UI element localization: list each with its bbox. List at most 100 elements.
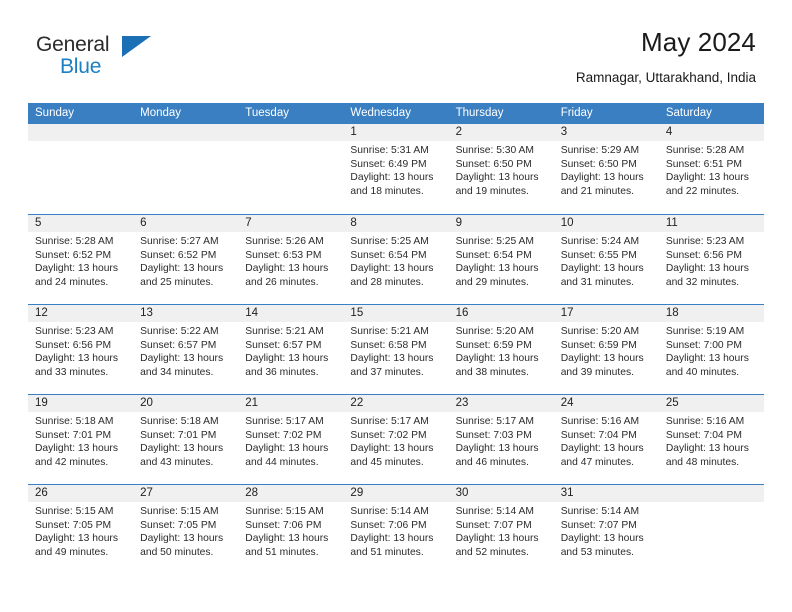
daylight-text: Daylight: 13 hours bbox=[245, 443, 329, 455]
weekday-header-thursday: Thursday bbox=[455, 107, 504, 119]
sunrise-text: Sunrise: 5:24 AM bbox=[560, 236, 640, 247]
day-details: Sunrise: 5:24 AM Sunset: 6:55 PM Daylight:… bbox=[554, 232, 659, 289]
daylight-text-cont: and 21 minutes. bbox=[560, 185, 634, 197]
day-number: 22 bbox=[343, 395, 449, 412]
day-details: Sunrise: 5:28 AM Sunset: 6:51 PM Daylight:… bbox=[659, 141, 764, 198]
calendar-day-cell-12[interactable]: 12 Sunrise: 5:23 AM Sunset: 6:56 PM Dayligh… bbox=[28, 305, 134, 394]
daylight-text: Daylight: 13 hours bbox=[245, 353, 329, 365]
calendar-day-cell-20[interactable]: 20 Sunrise: 5:18 AM Sunset: 7:01 PM Dayligh… bbox=[133, 395, 239, 484]
sunrise-text: Sunrise: 5:30 AM bbox=[455, 145, 534, 156]
calendar-day-cell-27[interactable]: 27 Sunrise: 5:15 AM Sunset: 7:05 PM Dayligh… bbox=[133, 485, 239, 572]
sunrise-text: Sunrise: 5:20 AM bbox=[560, 326, 640, 337]
day-details: Sunrise: 5:15 AM Sunset: 7:05 PM Daylight:… bbox=[133, 502, 238, 559]
calendar-day-cell-31[interactable]: 31 Sunrise: 5:14 AM Sunset: 7:07 PM Dayligh… bbox=[553, 485, 659, 572]
calendar-day-cell-30[interactable]: 30 Sunrise: 5:14 AM Sunset: 7:07 PM Dayligh… bbox=[448, 485, 554, 572]
calendar-day-cell-21[interactable]: 21 Sunrise: 5:17 AM Sunset: 7:02 PM Dayligh… bbox=[238, 395, 344, 484]
sunset-text: Sunset: 7:01 PM bbox=[140, 429, 217, 441]
calendar-day-cell-10[interactable]: 10 Sunrise: 5:24 AM Sunset: 6:55 PM Dayligh… bbox=[553, 215, 659, 304]
calendar-day-cell-empty bbox=[238, 124, 344, 214]
daylight-text-cont: and 51 minutes. bbox=[245, 546, 319, 558]
day-number: 2 bbox=[448, 124, 554, 141]
day-number: 24 bbox=[553, 395, 659, 412]
daylight-text: Daylight: 13 hours bbox=[245, 533, 329, 545]
daylight-text: Daylight: 13 hours bbox=[455, 443, 539, 455]
calendar-day-cell-9[interactable]: 9 Sunrise: 5:25 AM Sunset: 6:54 PM Daylight… bbox=[448, 215, 554, 304]
daylight-text: Daylight: 13 hours bbox=[560, 353, 644, 365]
day-details: Sunrise: 5:15 AM Sunset: 7:05 PM Daylight:… bbox=[28, 502, 133, 559]
calendar-day-cell-29[interactable]: 29 Sunrise: 5:14 AM Sunset: 7:06 PM Dayligh… bbox=[343, 485, 449, 572]
sunset-text: Sunset: 7:02 PM bbox=[350, 429, 427, 441]
calendar-day-cell-2[interactable]: 2 Sunrise: 5:30 AM Sunset: 6:50 PM Daylight… bbox=[448, 124, 554, 214]
title-block: May 2024 Ramnagar, Uttarakhand, India bbox=[576, 28, 756, 85]
calendar-day-cell-26[interactable]: 26 Sunrise: 5:15 AM Sunset: 7:05 PM Dayligh… bbox=[28, 485, 134, 572]
day-details: Sunrise: 5:18 AM Sunset: 7:01 PM Daylight:… bbox=[28, 412, 133, 469]
day-details: Sunrise: 5:31 AM Sunset: 6:49 PM Daylight:… bbox=[343, 141, 448, 198]
calendar-day-cell-25[interactable]: 25 Sunrise: 5:16 AM Sunset: 7:04 PM Dayligh… bbox=[658, 395, 764, 484]
day-number: 21 bbox=[238, 395, 344, 412]
sunset-text: Sunset: 7:07 PM bbox=[560, 519, 637, 531]
daylight-text-cont: and 51 minutes. bbox=[350, 546, 424, 558]
daylight-text-cont: and 29 minutes. bbox=[455, 276, 529, 288]
daylight-text: Daylight: 13 hours bbox=[350, 353, 434, 365]
day-number: 13 bbox=[133, 305, 239, 322]
day-details: Sunrise: 5:14 AM Sunset: 7:06 PM Daylight:… bbox=[343, 502, 448, 559]
day-number: 17 bbox=[553, 305, 659, 322]
day-number: 15 bbox=[343, 305, 449, 322]
day-number bbox=[133, 124, 239, 141]
daylight-text-cont: and 19 minutes. bbox=[455, 185, 529, 197]
daylight-text: Daylight: 13 hours bbox=[140, 533, 224, 545]
calendar-day-cell-6[interactable]: 6 Sunrise: 5:27 AM Sunset: 6:52 PM Daylight… bbox=[133, 215, 239, 304]
calendar-day-cell-15[interactable]: 15 Sunrise: 5:21 AM Sunset: 6:58 PM Dayligh… bbox=[343, 305, 449, 394]
day-details: Sunrise: 5:23 AM Sunset: 6:56 PM Daylight:… bbox=[28, 322, 133, 379]
sunset-text: Sunset: 6:59 PM bbox=[560, 339, 637, 351]
sunrise-text: Sunrise: 5:17 AM bbox=[245, 416, 324, 427]
triangle-icon bbox=[122, 36, 151, 57]
calendar-day-cell-7[interactable]: 7 Sunrise: 5:26 AM Sunset: 6:53 PM Daylight… bbox=[238, 215, 344, 304]
brand-name-blue: Blue bbox=[60, 55, 102, 78]
calendar-day-cell-17[interactable]: 17 Sunrise: 5:20 AM Sunset: 6:59 PM Dayligh… bbox=[553, 305, 659, 394]
daylight-text-cont: and 53 minutes. bbox=[560, 546, 634, 558]
calendar-day-cell-1[interactable]: 1 Sunrise: 5:31 AM Sunset: 6:49 PM Daylight… bbox=[343, 124, 449, 214]
day-details: Sunrise: 5:15 AM Sunset: 7:06 PM Daylight:… bbox=[238, 502, 343, 559]
calendar-day-cell-empty bbox=[133, 124, 239, 214]
calendar-day-cell-4[interactable]: 4 Sunrise: 5:28 AM Sunset: 6:51 PM Daylight… bbox=[658, 124, 764, 214]
day-details: Sunrise: 5:20 AM Sunset: 6:59 PM Daylight:… bbox=[554, 322, 659, 379]
calendar-day-cell-22[interactable]: 22 Sunrise: 5:17 AM Sunset: 7:02 PM Dayligh… bbox=[343, 395, 449, 484]
sunrise-text: Sunrise: 5:18 AM bbox=[140, 416, 219, 427]
daylight-text-cont: and 42 minutes. bbox=[35, 456, 109, 468]
calendar-day-cell-5[interactable]: 5 Sunrise: 5:28 AM Sunset: 6:52 PM Daylight… bbox=[28, 215, 134, 304]
calendar-day-cell-11[interactable]: 11 Sunrise: 5:23 AM Sunset: 6:56 PM Dayligh… bbox=[658, 215, 764, 304]
calendar-day-cell-19[interactable]: 19 Sunrise: 5:18 AM Sunset: 7:01 PM Dayligh… bbox=[28, 395, 134, 484]
calendar-day-cell-18[interactable]: 18 Sunrise: 5:19 AM Sunset: 7:00 PM Dayligh… bbox=[658, 305, 764, 394]
sunset-text: Sunset: 6:57 PM bbox=[245, 339, 322, 351]
day-number: 29 bbox=[343, 485, 449, 502]
calendar-day-cell-28[interactable]: 28 Sunrise: 5:15 AM Sunset: 7:06 PM Dayligh… bbox=[238, 485, 344, 572]
sunset-text: Sunset: 6:51 PM bbox=[665, 158, 742, 170]
calendar-weeks: 1 Sunrise: 5:31 AM Sunset: 6:49 PM Daylight… bbox=[28, 124, 764, 572]
calendar-day-cell-24[interactable]: 24 Sunrise: 5:16 AM Sunset: 7:04 PM Dayligh… bbox=[553, 395, 659, 484]
day-details: Sunrise: 5:21 AM Sunset: 6:57 PM Daylight:… bbox=[238, 322, 343, 379]
day-details: Sunrise: 5:17 AM Sunset: 7:02 PM Daylight:… bbox=[343, 412, 448, 469]
daylight-text-cont: and 18 minutes. bbox=[350, 185, 424, 197]
sunrise-text: Sunrise: 5:15 AM bbox=[35, 506, 114, 517]
calendar-week-row: 1 Sunrise: 5:31 AM Sunset: 6:49 PM Daylight… bbox=[28, 124, 764, 214]
day-number: 16 bbox=[448, 305, 554, 322]
sunrise-text: Sunrise: 5:26 AM bbox=[245, 236, 324, 247]
day-details: Sunrise: 5:28 AM Sunset: 6:52 PM Daylight:… bbox=[28, 232, 133, 289]
calendar-day-cell-8[interactable]: 8 Sunrise: 5:25 AM Sunset: 6:54 PM Daylight… bbox=[343, 215, 449, 304]
sunset-text: Sunset: 7:00 PM bbox=[665, 339, 742, 351]
calendar-week-row: 19 Sunrise: 5:18 AM Sunset: 7:01 PM Dayligh… bbox=[28, 394, 764, 484]
calendar-day-cell-3[interactable]: 3 Sunrise: 5:29 AM Sunset: 6:50 PM Daylight… bbox=[553, 124, 659, 214]
calendar-day-cell-16[interactable]: 16 Sunrise: 5:20 AM Sunset: 6:59 PM Dayligh… bbox=[448, 305, 554, 394]
calendar-day-cell-13[interactable]: 13 Sunrise: 5:22 AM Sunset: 6:57 PM Dayligh… bbox=[133, 305, 239, 394]
day-number: 20 bbox=[133, 395, 239, 412]
daylight-text-cont: and 45 minutes. bbox=[350, 456, 424, 468]
day-number: 27 bbox=[133, 485, 239, 502]
weekday-header-saturday: Saturday bbox=[665, 107, 712, 119]
calendar-day-cell-23[interactable]: 23 Sunrise: 5:17 AM Sunset: 7:03 PM Dayligh… bbox=[448, 395, 554, 484]
day-number: 25 bbox=[658, 395, 764, 412]
calendar-day-cell-14[interactable]: 14 Sunrise: 5:21 AM Sunset: 6:57 PM Dayligh… bbox=[238, 305, 344, 394]
sunrise-text: Sunrise: 5:23 AM bbox=[35, 326, 114, 337]
daylight-text: Daylight: 13 hours bbox=[245, 263, 329, 275]
weekday-header-row: Sunday Monday Tuesday Wednesday Thursday Frid… bbox=[28, 103, 764, 124]
